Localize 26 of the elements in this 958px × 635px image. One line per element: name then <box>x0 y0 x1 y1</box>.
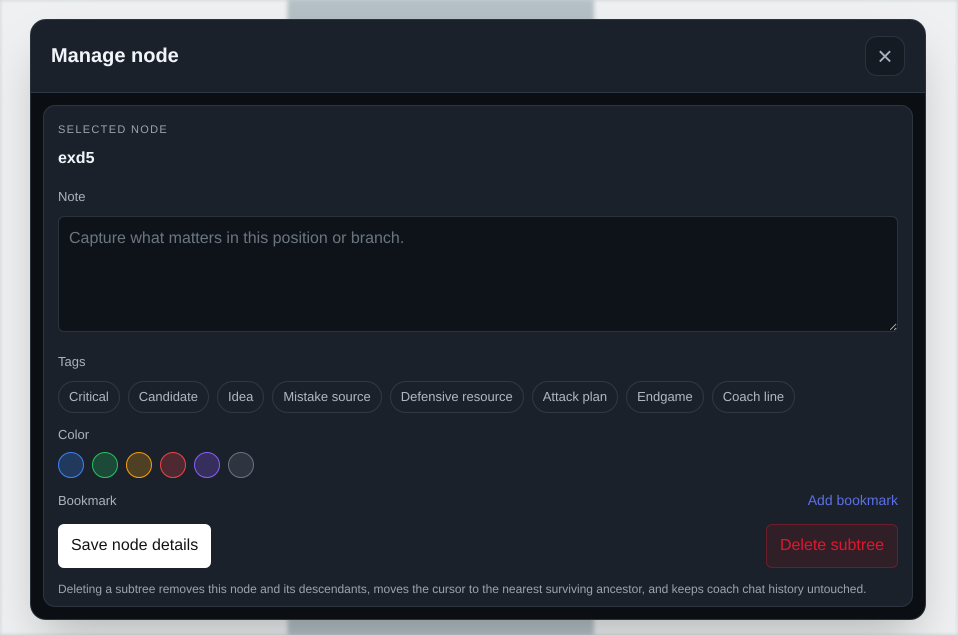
field-label: Tags <box>58 353 86 371</box>
section-label: SELECTED NODE <box>58 123 170 138</box>
add-bookmark-link[interactable]: Add bookmark <box>808 490 898 511</box>
field-label: Color <box>58 426 90 444</box>
field-label: Bookmark <box>58 492 117 510</box>
tag-chip[interactable]: Coach line <box>712 380 796 412</box>
color-swatch[interactable] <box>194 452 220 478</box>
tag-chip[interactable]: Candidate <box>128 380 210 412</box>
note-field[interactable]: Capture what matters in this position or branch. <box>58 216 898 332</box>
color-swatch[interactable] <box>228 452 254 478</box>
close-button[interactable]: × <box>865 36 905 76</box>
help-text: Deleting a subtree removes this node and its descendants, moves the cursor to the nearest surviving ancestor, and keeps coach chat history untouched. <box>58 581 868 598</box>
tag-chip[interactable]: Attack plan <box>532 380 618 412</box>
save-button[interactable]: Save node details <box>58 524 212 568</box>
selected-node-name: exd5 <box>58 148 96 168</box>
color-swatch[interactable] <box>58 452 84 478</box>
tag-chip[interactable]: Defensive resource <box>390 380 524 412</box>
tag-chip[interactable]: Idea <box>217 380 264 412</box>
tag-chip[interactable]: Critical <box>58 380 120 412</box>
color-swatch[interactable] <box>126 452 152 478</box>
field-label: Note <box>58 188 86 206</box>
color-swatch[interactable] <box>92 452 118 478</box>
tag-chip[interactable]: Mistake source <box>272 380 382 412</box>
tag-chip[interactable]: Endgame <box>626 380 704 412</box>
dialog-title: Manage node <box>51 44 179 69</box>
color-swatch[interactable] <box>160 452 186 478</box>
